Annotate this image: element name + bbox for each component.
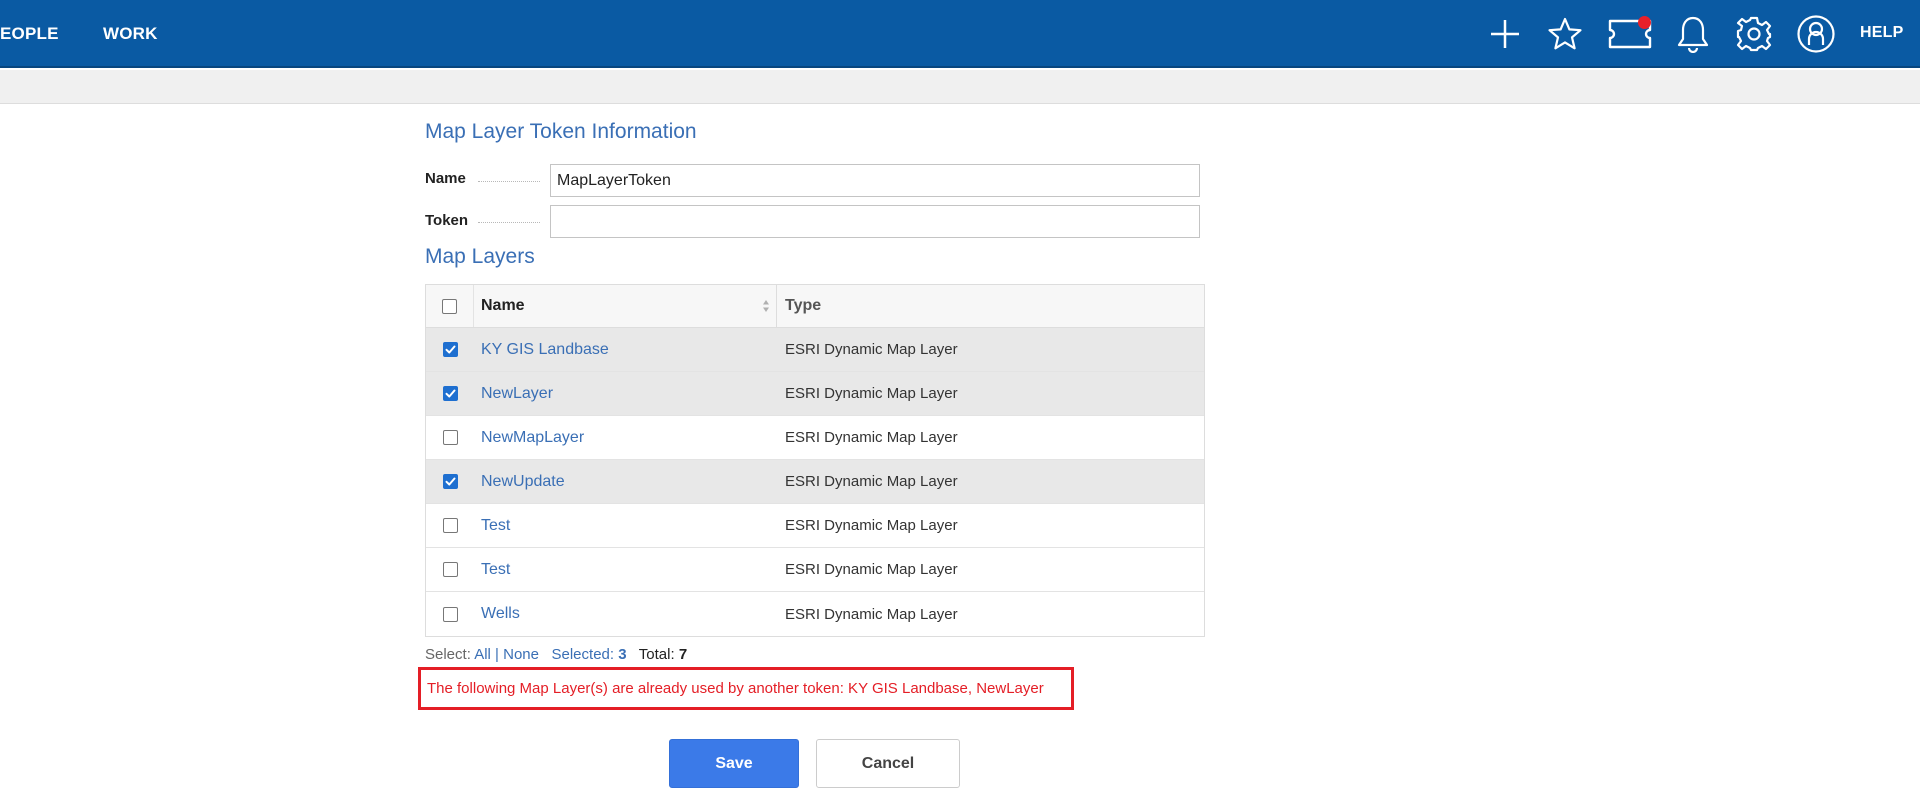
row-check-cell [426, 372, 474, 415]
layer-type-cell: ESRI Dynamic Map Layer [785, 385, 958, 402]
layer-name-link[interactable]: KY GIS Landbase [481, 341, 609, 359]
row-checkbox[interactable] [442, 430, 458, 445]
row-check-cell [426, 328, 474, 371]
table-row[interactable]: NewLayer ESRI Dynamic Map Layer [426, 372, 1204, 416]
row-check-cell [426, 592, 474, 636]
layer-type-cell: ESRI Dynamic Map Layer [785, 517, 958, 534]
bell-icon[interactable] [1672, 13, 1714, 55]
row-checkbox[interactable] [442, 342, 458, 357]
user-icon[interactable] [1795, 13, 1837, 55]
map-layers-grid: Name Type KY GIS Landbase ESRI Dynamic Ma… [425, 284, 1205, 637]
token-input[interactable] [550, 205, 1200, 238]
row-name-cell: Test [474, 548, 777, 591]
grid-body: KY GIS Landbase ESRI Dynamic Map Layer New… [426, 328, 1204, 636]
sub-toolbar [0, 70, 1920, 104]
checkmark-icon [445, 477, 455, 486]
row-check-cell [426, 504, 474, 547]
layer-name-link[interactable]: Test [481, 517, 510, 535]
selection-summary: Select: All | None Selected: 3 Total: 7 [425, 646, 687, 663]
nav-item-work[interactable]: WORK [103, 24, 158, 44]
table-row[interactable]: KY GIS Landbase ESRI Dynamic Map Layer [426, 328, 1204, 372]
section-title-token-info: Map Layer Token Information [425, 120, 697, 143]
row-check-cell [426, 416, 474, 459]
select-none-link[interactable]: None [503, 646, 539, 663]
layer-type-cell: ESRI Dynamic Map Layer [785, 341, 958, 358]
checkmark-icon [445, 345, 455, 354]
row-checkbox[interactable] [442, 562, 458, 577]
layer-name-link[interactable]: NewUpdate [481, 473, 565, 491]
section-title-map-layers: Map Layers [425, 245, 535, 268]
row-checkbox[interactable] [442, 606, 458, 622]
name-leader-divider [478, 181, 540, 182]
token-leader-divider [478, 222, 540, 223]
layer-type-cell: ESRI Dynamic Map Layer [785, 605, 958, 623]
layer-type-cell: ESRI Dynamic Map Layer [785, 429, 958, 446]
row-check-cell [426, 460, 474, 503]
layer-name-link[interactable]: NewMapLayer [481, 429, 584, 447]
table-row[interactable]: Test ESRI Dynamic Map Layer [426, 504, 1204, 548]
selected-count: 3 [618, 646, 627, 663]
notification-dot [1638, 16, 1651, 29]
column-header-type-label: Type [785, 297, 822, 314]
column-header-name-label: Name [481, 297, 525, 314]
save-button[interactable]: Save [669, 739, 799, 788]
name-label: Name [425, 170, 466, 187]
header-check-cell [426, 285, 474, 327]
row-check-cell [426, 548, 474, 591]
table-row[interactable]: NewMapLayer ESRI Dynamic Map Layer [426, 416, 1204, 460]
column-header-type[interactable]: Type [777, 285, 1205, 327]
layer-name-link[interactable]: Test [481, 561, 510, 579]
layer-type-cell: ESRI Dynamic Map Layer [785, 561, 958, 578]
nav-item-people[interactable]: EOPLE [0, 24, 59, 44]
table-row[interactable]: Wells ESRI Dynamic Map Layer [426, 592, 1204, 636]
error-message-box: The following Map Layer(s) are already u… [418, 667, 1074, 710]
grid-header-row: Name Type [426, 285, 1204, 328]
row-name-cell: KY GIS Landbase [474, 328, 777, 371]
layer-type-cell: ESRI Dynamic Map Layer [785, 473, 958, 490]
total-label: Total: [638, 646, 675, 663]
table-row[interactable]: Test ESRI Dynamic Map Layer [426, 548, 1204, 592]
token-label: Token [425, 212, 469, 229]
select-separator: | [495, 646, 499, 663]
selected-label: Selected: [551, 646, 615, 663]
select-all-link[interactable]: All [474, 646, 491, 663]
name-input[interactable] [550, 164, 1200, 197]
error-message: The following Map Layer(s) are already u… [427, 680, 1044, 697]
top-nav-bar: EOPLE WORK HELP [0, 0, 1920, 68]
row-name-cell: Wells [474, 592, 777, 636]
star-icon[interactable] [1544, 13, 1586, 55]
checkmark-icon [445, 389, 455, 398]
row-name-cell: NewMapLayer [474, 416, 777, 459]
help-link[interactable]: HELP [1860, 24, 1903, 42]
sort-icon[interactable] [762, 299, 770, 313]
row-checkbox[interactable] [442, 518, 458, 533]
row-checkbox[interactable] [442, 386, 458, 401]
row-name-cell: NewLayer [474, 372, 777, 415]
total-count: 7 [678, 646, 688, 663]
select-all-checkbox[interactable] [442, 298, 457, 314]
row-name-cell: NewUpdate [474, 460, 777, 503]
cancel-button[interactable]: Cancel [816, 739, 960, 788]
table-row[interactable]: NewUpdate ESRI Dynamic Map Layer [426, 460, 1204, 504]
column-header-name[interactable]: Name [474, 285, 777, 327]
row-checkbox[interactable] [442, 474, 458, 489]
gear-icon[interactable] [1733, 13, 1775, 55]
row-name-cell: Test [474, 504, 777, 547]
ticket-icon[interactable] [1607, 13, 1653, 55]
select-label: Select: [425, 646, 471, 663]
layer-name-link[interactable]: NewLayer [481, 385, 553, 403]
plus-icon[interactable] [1484, 13, 1526, 55]
layer-name-link[interactable]: Wells [481, 605, 520, 623]
